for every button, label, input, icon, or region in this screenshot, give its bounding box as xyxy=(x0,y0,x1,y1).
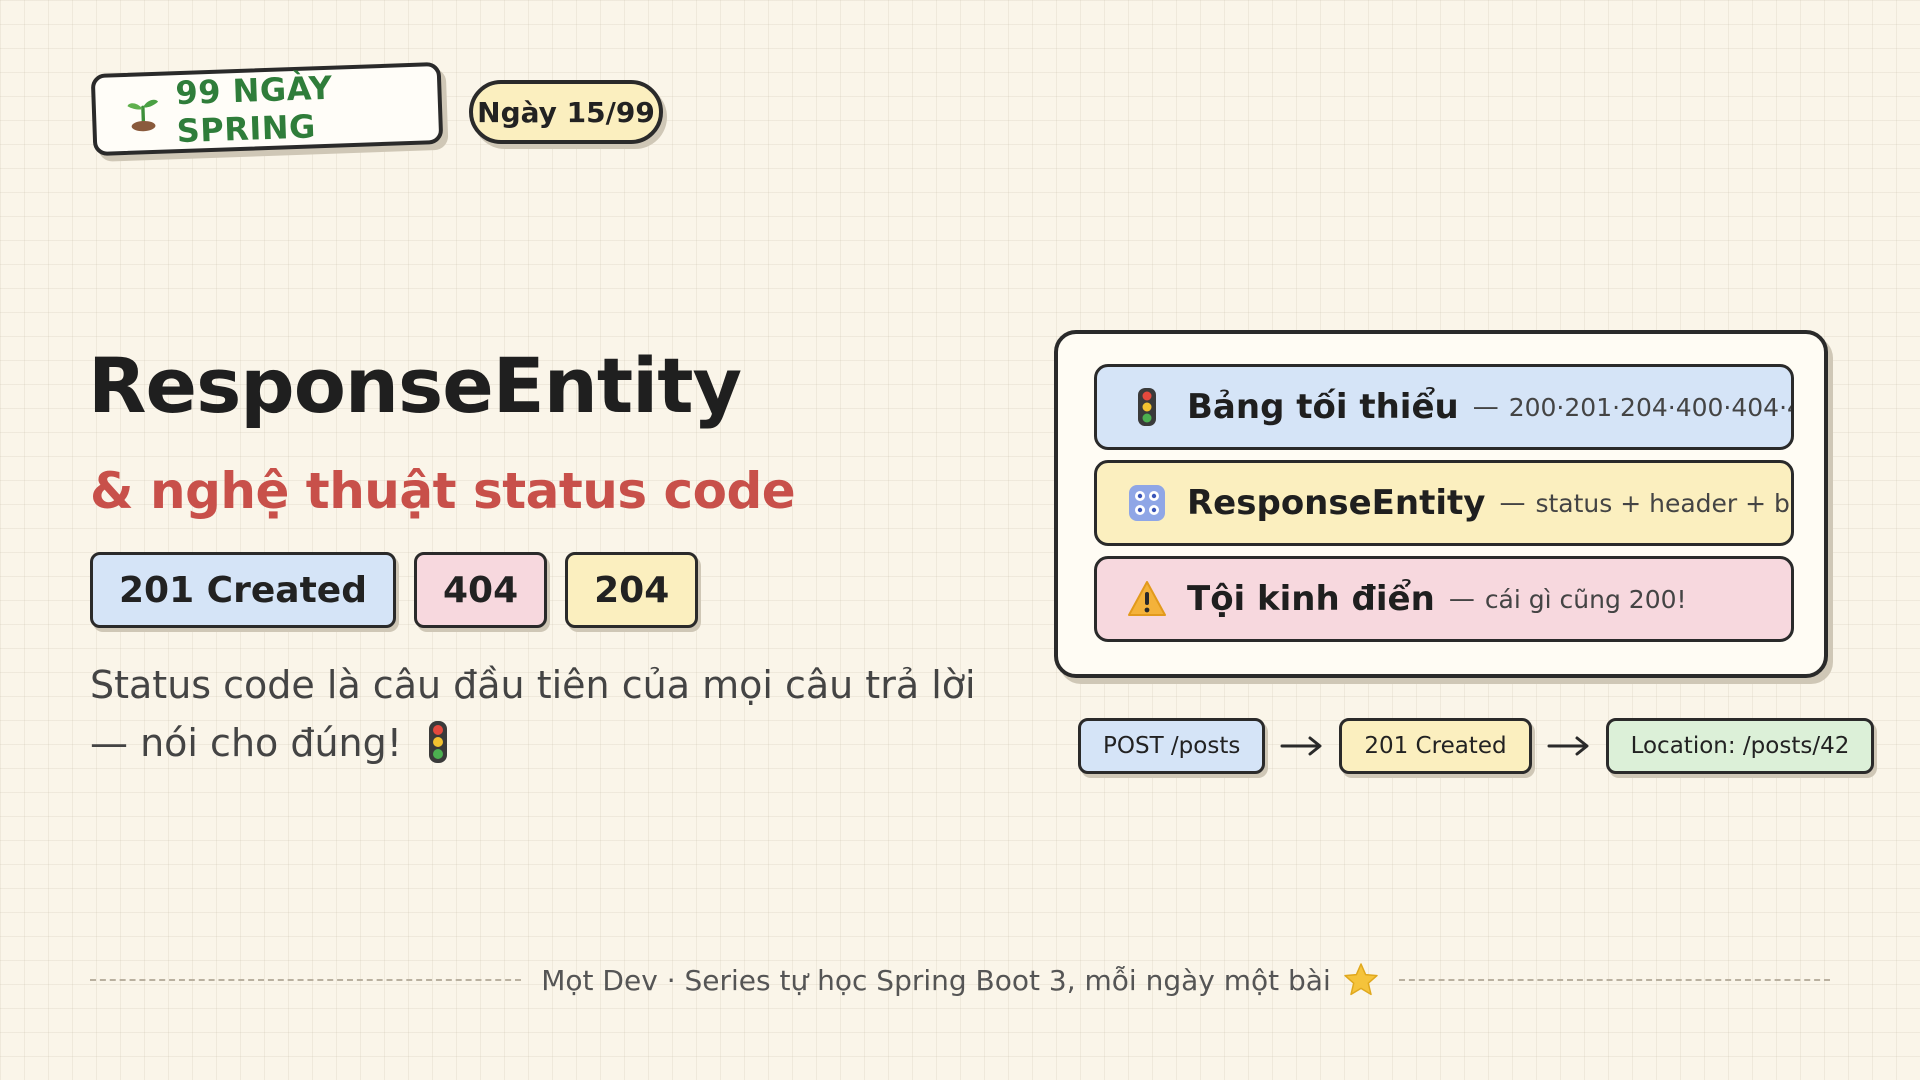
summary-card: Bảng tối thiểu — 200·201·204·400·404·409… xyxy=(1054,330,1828,678)
arrow-right-icon xyxy=(1547,736,1589,756)
summary-row-responseentity: ResponseEntity — status + header + body xyxy=(1094,460,1794,546)
page-title: ResponseEntity xyxy=(88,341,742,430)
description-text: Status code là câu đầu tiên của mọi câu … xyxy=(90,663,976,765)
brand-label: 99 NGÀY SPRING xyxy=(174,68,334,151)
flow-step-status: 201 Created xyxy=(1339,718,1532,774)
box-icon xyxy=(1127,483,1167,523)
summary-row-title: Tội kinh điển xyxy=(1187,579,1435,619)
summary-row-detail: 200·201·204·400·404·409·500 xyxy=(1508,392,1791,422)
flow-step-location: Location: /posts/42 xyxy=(1605,718,1875,774)
traffic-light-icon xyxy=(1127,387,1167,427)
summary-row-detail: cái gì cũng 200! xyxy=(1484,584,1687,614)
sprout-icon xyxy=(127,99,159,132)
star-icon xyxy=(1344,963,1378,996)
page-subtitle: & nghệ thuật status code xyxy=(90,462,796,520)
footer-divider-left xyxy=(90,979,522,981)
traffic-light-icon xyxy=(429,721,447,763)
summary-row-title: Bảng tối thiểu xyxy=(1187,387,1459,427)
warning-icon xyxy=(1127,579,1167,619)
footer-divider-right xyxy=(1398,979,1831,981)
summary-row-separator: — xyxy=(1448,584,1475,614)
summary-row-separator: — xyxy=(1499,488,1526,518)
footer-credit: Mọt Dev · Series tự học Spring Boot 3, m… xyxy=(521,962,1398,998)
flow-step-request: POST /posts xyxy=(1078,718,1266,774)
series-brand-badge: 99 NGÀY SPRING xyxy=(90,61,444,157)
summary-row-title: ResponseEntity xyxy=(1187,483,1486,523)
status-badge-201: 201 Created xyxy=(90,552,396,628)
arrow-right-icon xyxy=(1280,736,1322,756)
status-badges: 201 Created 404 204 xyxy=(90,552,699,628)
summary-row-separator: — xyxy=(1472,392,1499,422)
summary-row-classic-mistake: Tội kinh điển — cái gì cũng 200! xyxy=(1094,556,1794,642)
footer-credit-text: Mọt Dev · Series tự học Spring Boot 3, m… xyxy=(541,963,1331,997)
day-counter-badge: Ngày 15/99 xyxy=(469,80,663,144)
status-badge-404: 404 xyxy=(413,552,548,628)
status-badge-204: 204 xyxy=(565,552,699,628)
request-flow: POST /posts 201 Created Location: /posts… xyxy=(1078,718,1875,774)
footer: Mọt Dev · Series tự học Spring Boot 3, m… xyxy=(90,962,1831,998)
description: Status code là câu đầu tiên của mọi câu … xyxy=(90,656,990,772)
summary-row-detail: status + header + body xyxy=(1535,488,1791,518)
summary-row-minimal-table: Bảng tối thiểu — 200·201·204·400·404·409… xyxy=(1094,364,1794,450)
